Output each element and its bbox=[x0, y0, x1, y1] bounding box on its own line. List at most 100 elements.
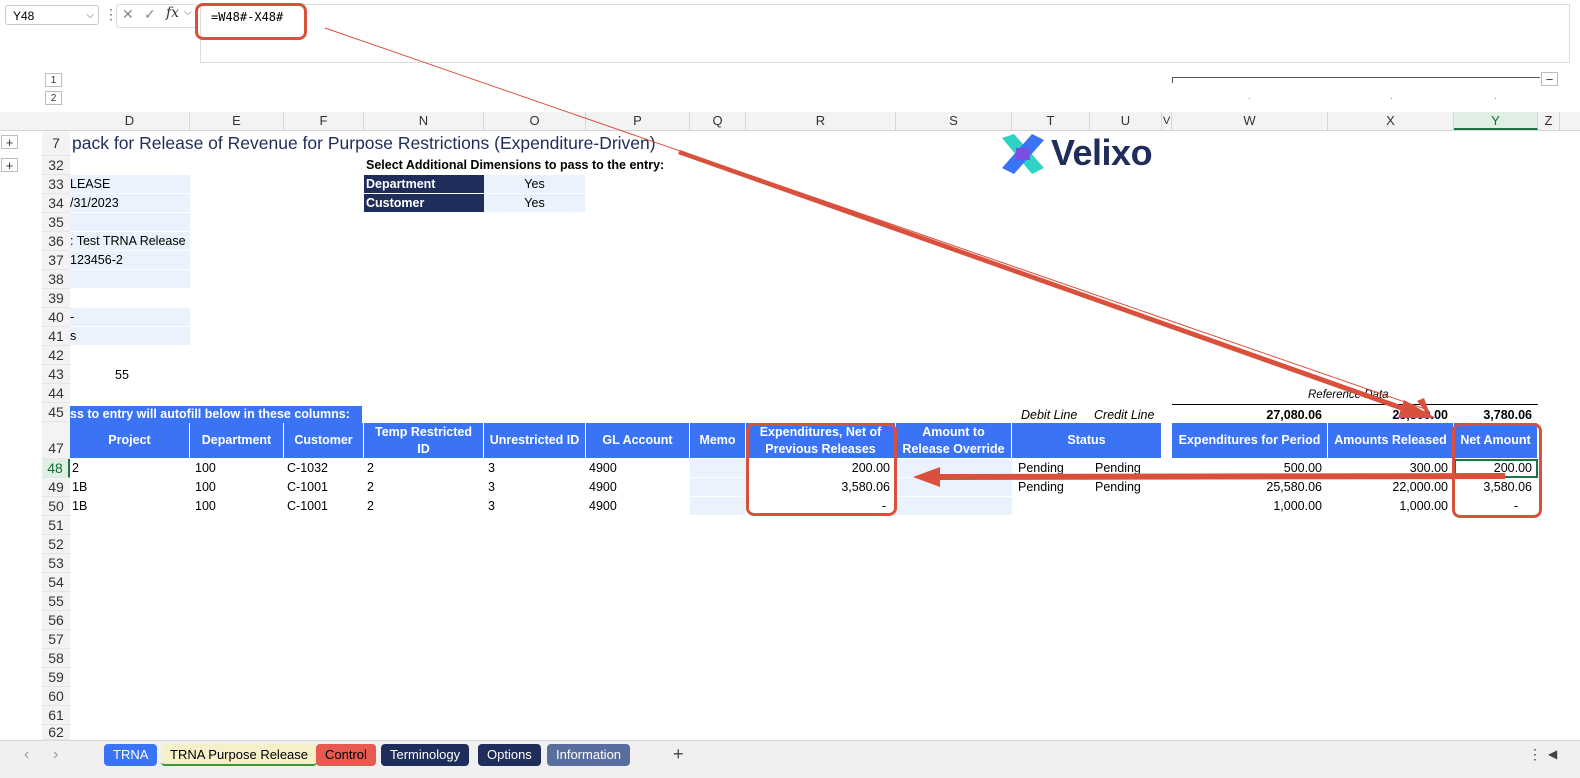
total-net[interactable]: 3,780.06 bbox=[1454, 408, 1532, 422]
outline-level-1-button[interactable]: 1 bbox=[45, 73, 62, 87]
cell-d38[interactable] bbox=[70, 270, 190, 288]
column-header-z[interactable]: Z bbox=[1538, 112, 1560, 130]
cell-unrestricted-id[interactable]: 3 bbox=[488, 499, 495, 513]
row-header[interactable]: 49 bbox=[42, 478, 70, 497]
cell-project[interactable]: 1B bbox=[72, 480, 87, 494]
column-header-r[interactable]: R bbox=[746, 112, 896, 130]
row-header[interactable]: 62 bbox=[42, 725, 70, 740]
row-header[interactable]: 61 bbox=[42, 706, 70, 725]
row-header[interactable]: 36 bbox=[42, 232, 70, 251]
enter-icon[interactable]: ✓ bbox=[144, 6, 156, 23]
cell-amounts-released[interactable]: 300.00 bbox=[1328, 461, 1448, 475]
row-header[interactable]: 37 bbox=[42, 251, 70, 270]
row-header[interactable]: 41 bbox=[42, 327, 70, 346]
row-header[interactable]: 53 bbox=[42, 554, 70, 573]
scroll-left-icon[interactable]: ◀ bbox=[1548, 747, 1557, 761]
row-header[interactable]: 54 bbox=[42, 573, 70, 592]
cell-status-credit[interactable]: Pending bbox=[1095, 480, 1141, 494]
expand-group-button[interactable]: + bbox=[1, 135, 18, 150]
more-icon[interactable]: ⋮ bbox=[1528, 746, 1542, 763]
column-header-f[interactable]: F bbox=[284, 112, 364, 130]
chevron-down-icon[interactable]: ⌵ bbox=[86, 6, 94, 26]
dimension-value-customer[interactable]: Yes bbox=[484, 194, 585, 212]
cell-unrestricted-id[interactable]: 3 bbox=[488, 480, 495, 494]
cell-project[interactable]: 1B bbox=[72, 499, 87, 513]
outline-level-2-button[interactable]: 2 bbox=[45, 91, 62, 105]
cell-department[interactable]: 100 bbox=[195, 461, 216, 475]
row-header[interactable]: 40 bbox=[42, 308, 70, 327]
row-header[interactable]: 38 bbox=[42, 270, 70, 289]
row-header[interactable]: 35 bbox=[42, 213, 70, 232]
cell-override[interactable] bbox=[896, 497, 1012, 515]
cell-gl-account[interactable]: 4900 bbox=[589, 480, 617, 494]
column-header-w[interactable]: W bbox=[1172, 112, 1328, 130]
row-header[interactable]: 55 bbox=[42, 592, 70, 611]
cell-unrestricted-id[interactable]: 3 bbox=[488, 461, 495, 475]
column-header-p[interactable]: P bbox=[586, 112, 690, 130]
cell-project[interactable]: 2 bbox=[72, 461, 79, 475]
column-header-y[interactable]: Y bbox=[1454, 112, 1538, 130]
row-header[interactable]: 59 bbox=[42, 668, 70, 687]
cell-customer[interactable]: C-1032 bbox=[287, 461, 328, 475]
row-header[interactable]: 33 bbox=[42, 175, 70, 194]
tab-prev-icon[interactable]: ‹ bbox=[24, 746, 29, 764]
row-header[interactable]: 45 bbox=[42, 403, 70, 422]
cell-override[interactable] bbox=[896, 478, 1012, 496]
tab-information[interactable]: Information bbox=[547, 744, 631, 766]
column-header-t[interactable]: T bbox=[1012, 112, 1090, 130]
name-box[interactable]: Y48 ⌵ bbox=[5, 5, 99, 25]
cell-memo[interactable] bbox=[690, 478, 746, 496]
cell-d35[interactable] bbox=[70, 213, 190, 231]
cell-override[interactable] bbox=[896, 459, 1012, 477]
cell-department[interactable]: 100 bbox=[195, 480, 216, 494]
column-header-x[interactable]: X bbox=[1328, 112, 1454, 130]
column-header-v[interactable]: V bbox=[1162, 112, 1172, 130]
expand-group-button[interactable]: + bbox=[1, 158, 18, 173]
column-header-e[interactable]: E bbox=[190, 112, 284, 130]
cell-d43[interactable]: 55 bbox=[115, 368, 129, 382]
cell-d40[interactable]: - bbox=[70, 308, 190, 326]
row-header[interactable]: 57 bbox=[42, 630, 70, 649]
cell-customer[interactable]: C-1001 bbox=[287, 480, 328, 494]
row-header[interactable]: 7 bbox=[42, 131, 70, 156]
tab-next-icon[interactable]: › bbox=[53, 746, 58, 764]
tab-terminology[interactable]: Terminology bbox=[381, 744, 470, 766]
row-header[interactable]: 42 bbox=[42, 346, 70, 365]
cell-d36[interactable]: : Test TRNA Release bbox=[70, 232, 190, 250]
cell-temp-id[interactable]: 2 bbox=[367, 499, 374, 513]
row-header[interactable]: 58 bbox=[42, 649, 70, 668]
cell-memo[interactable] bbox=[690, 459, 746, 477]
cell-expenditures-period[interactable]: 1,000.00 bbox=[1172, 499, 1322, 513]
total-released[interactable]: 23,300.00 bbox=[1328, 408, 1448, 422]
cell-gl-account[interactable]: 4900 bbox=[589, 499, 617, 513]
tab-options[interactable]: Options bbox=[478, 744, 541, 766]
cancel-icon[interactable]: ✕ bbox=[122, 6, 134, 23]
row-header[interactable]: 44 bbox=[42, 384, 70, 403]
row-header[interactable]: 52 bbox=[42, 535, 70, 554]
cell-temp-id[interactable]: 2 bbox=[367, 480, 374, 494]
cell-amounts-released[interactable]: 1,000.00 bbox=[1328, 499, 1448, 513]
column-header-u[interactable]: U bbox=[1090, 112, 1162, 130]
row-header[interactable]: 60 bbox=[42, 687, 70, 706]
tab-trna-purpose-release[interactable]: TRNA Purpose Release bbox=[161, 744, 318, 766]
row-header[interactable]: 32 bbox=[42, 156, 70, 175]
chevron-down-icon[interactable]: ⌵ bbox=[184, 7, 192, 18]
cell-expenditures-period[interactable]: 25,580.06 bbox=[1172, 480, 1322, 494]
cell-d41[interactable]: s bbox=[70, 327, 190, 345]
cell-d37[interactable]: 123456-2 bbox=[70, 251, 190, 269]
column-header-q[interactable]: Q bbox=[690, 112, 746, 130]
fx-icon[interactable]: fx bbox=[166, 5, 179, 21]
cell-status-debit[interactable]: Pending bbox=[1018, 480, 1064, 494]
column-header-s[interactable]: S bbox=[896, 112, 1012, 130]
cell-status-credit[interactable]: Pending bbox=[1095, 461, 1141, 475]
cell-amounts-released[interactable]: 22,000.00 bbox=[1328, 480, 1448, 494]
cell-status-debit[interactable]: Pending bbox=[1018, 461, 1064, 475]
column-header-d[interactable]: D bbox=[70, 112, 190, 130]
dimension-value-department[interactable]: Yes bbox=[484, 175, 585, 193]
formula-input[interactable]: =W48#-X48# bbox=[200, 4, 1570, 63]
cell-d33[interactable]: LEASE bbox=[70, 175, 190, 193]
cell-customer[interactable]: C-1001 bbox=[287, 499, 328, 513]
column-header-o[interactable]: O bbox=[484, 112, 586, 130]
total-expenditures[interactable]: 27,080.06 bbox=[1172, 408, 1322, 422]
row-header[interactable]: 56 bbox=[42, 611, 70, 630]
